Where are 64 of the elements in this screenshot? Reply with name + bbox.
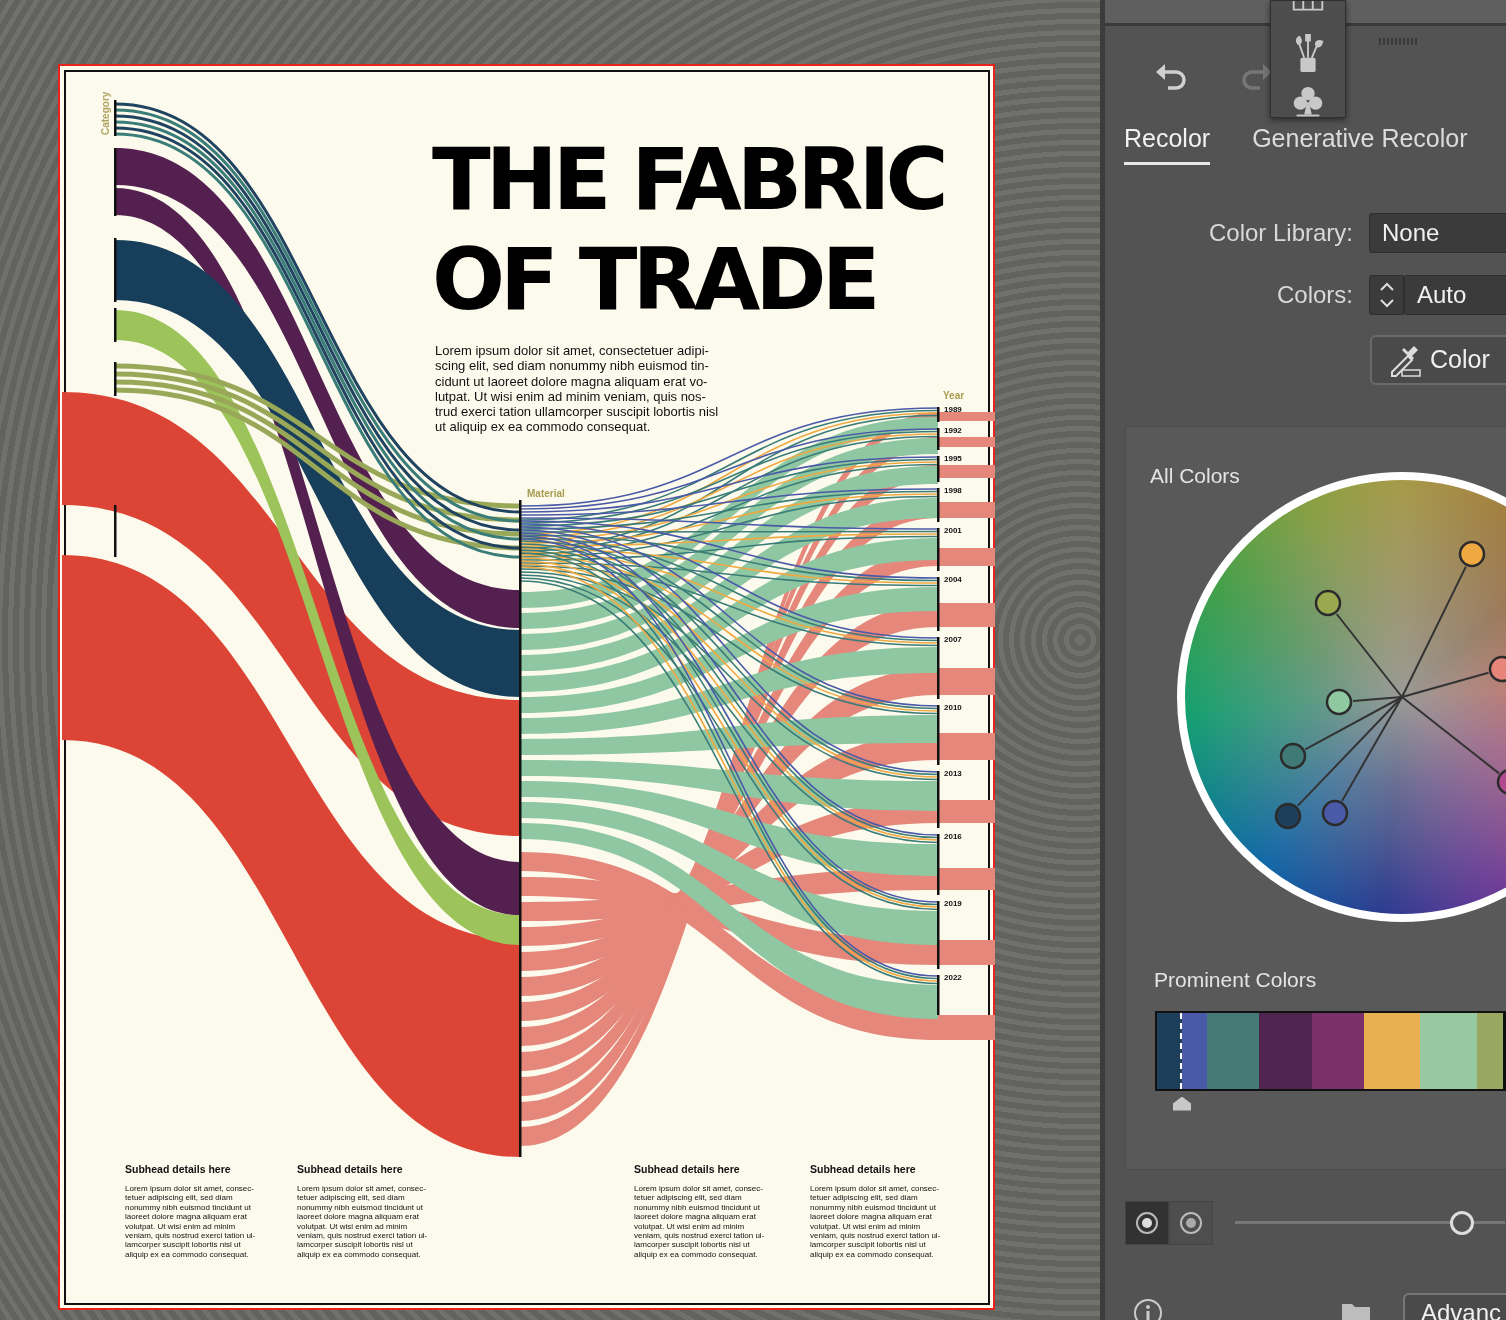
- grip-icon: [1379, 38, 1417, 45]
- subhead: Subhead details here: [634, 1162, 740, 1177]
- body-paragraph: Lorem ipsum dolor sit amet, consec- tetuer adipiscing elit, sed diam nonummy nibh euismod tincidunt ut laoreet dolore magna aliquam erat volutpat. Ut wisi enim ad minim veniam, quis nostrud exerci tation ul- lamcorper suscipit lobortis nisl ut aliquip ex ea commodo consequat.: [634, 1184, 766, 1260]
- dropdown-field[interactable]: Auto: [1404, 274, 1506, 315]
- chevron-up-down-icon: [1378, 280, 1395, 309]
- color-swatch[interactable]: [1312, 1012, 1364, 1089]
- year-label: 2013: [944, 768, 962, 780]
- color-theme-button[interactable]: Color: [1370, 334, 1506, 385]
- color-swatch[interactable]: [1182, 1012, 1207, 1089]
- color-swatch[interactable]: [1420, 1012, 1477, 1089]
- year-label: 2004: [944, 574, 962, 586]
- poster-title: THE FABRIC: [432, 136, 944, 222]
- dropdown-field[interactable]: None: [1369, 212, 1506, 253]
- body-paragraph: Lorem ipsum dolor sit amet, consec- tetuer adipiscing elit, sed diam nonummy nibh euismod tincidunt ut laoreet dolore magna aliquam erat volutpat. Ut wisi enim ad minim veniam, quis nostrud exerci tation ul- lamcorper suscipit lobortis nisl ut aliquip ex ea commodo consequat.: [810, 1184, 942, 1260]
- color-swatch[interactable]: [1364, 1012, 1420, 1089]
- year-label: 2010: [944, 702, 962, 714]
- field-label: Colors:: [1275, 279, 1353, 310]
- color-marker[interactable]: [1321, 799, 1349, 826]
- color-swatch[interactable]: [1259, 1012, 1312, 1089]
- poster-title: OF TRADE: [432, 236, 876, 322]
- year-label: 1995: [944, 453, 962, 465]
- year-label: 2016: [944, 831, 962, 843]
- year-label: 1989: [944, 404, 962, 416]
- grid-icon[interactable]: [1292, 1, 1324, 11]
- info-icon[interactable]: [1133, 1297, 1163, 1320]
- year-label: 2019: [944, 898, 962, 910]
- tab[interactable]: Recolor: [1124, 120, 1211, 165]
- field-label: Color Library:: [1207, 217, 1353, 248]
- view-toggle-button[interactable]: [1125, 1200, 1169, 1245]
- subhead: Subhead details here: [810, 1162, 916, 1177]
- intro-paragraph: Lorem ipsum dolor sit amet, consectetuer adipi- scing elit, sed diam nonummy nibh euismod tin- cidunt ut laoreet dolore magna aliquam erat vo- lutpat. Ut wisi enim ad minim veniam, quis nos- trud exerci tation ullamcorper suscipit lobortis nisl ut aliquip ex ea commodo consequat.: [435, 343, 720, 435]
- club-icon[interactable]: [1292, 84, 1324, 117]
- year-label: 2022: [944, 972, 962, 984]
- year-label: 1998: [944, 485, 962, 497]
- stepper-control[interactable]: [1369, 274, 1404, 315]
- color-marker[interactable]: [1458, 540, 1486, 567]
- slider-thumb[interactable]: [1449, 1210, 1474, 1235]
- color-marker[interactable]: [1314, 589, 1342, 616]
- body-paragraph: Lorem ipsum dolor sit amet, consec- tetuer adipiscing elit, sed diam nonummy nibh euismod tincidunt ut laoreet dolore magna aliquam erat volutpat. Ut wisi enim ad minim veniam, quis nostrud exerci tation ul- lamcorper suscipit lobortis nisl ut aliquip ex ea commodo consequat.: [125, 1184, 257, 1260]
- view-toggle-button[interactable]: [1169, 1200, 1213, 1245]
- year-label: 1992: [944, 425, 962, 437]
- axis-label: Material: [527, 487, 565, 501]
- color-marker[interactable]: [1274, 802, 1302, 829]
- color-swatch[interactable]: [1207, 1012, 1259, 1089]
- subhead: Subhead details here: [125, 1162, 231, 1177]
- section-title: Prominent Colors: [1154, 966, 1317, 993]
- color-marker[interactable]: [1488, 655, 1506, 682]
- color-marker[interactable]: [1325, 688, 1353, 715]
- slider-handle-icon[interactable]: [1173, 1096, 1191, 1111]
- axis-label: Year: [943, 389, 965, 403]
- undo-icon[interactable]: [1154, 62, 1188, 92]
- body-paragraph: Lorem ipsum dolor sit amet, consec- tetuer adipiscing elit, sed diam nonummy nibh euismod tincidunt ut laoreet dolore magna aliquam erat volutpat. Ut wisi enim ad minim veniam, quis nostrud exerci tation ul- lamcorper suscipit lobortis nisl ut aliquip ex ea commodo consequat.: [297, 1184, 429, 1260]
- advanced-button[interactable]: Advanc: [1403, 1292, 1506, 1320]
- year-label: 2007: [944, 634, 962, 646]
- axis-label: Category: [99, 91, 112, 135]
- color-swatch[interactable]: [1477, 1012, 1503, 1089]
- radio-circle-icon: [1135, 1210, 1159, 1235]
- tab[interactable]: Generative Recolor: [1252, 120, 1468, 165]
- subhead: Subhead details here: [297, 1162, 403, 1177]
- color-marker[interactable]: [1496, 768, 1506, 795]
- radio-circle-icon: [1179, 1210, 1203, 1235]
- section-title: All Colors: [1150, 462, 1240, 489]
- color-marker[interactable]: [1279, 742, 1307, 769]
- year-label: 2001: [944, 525, 962, 537]
